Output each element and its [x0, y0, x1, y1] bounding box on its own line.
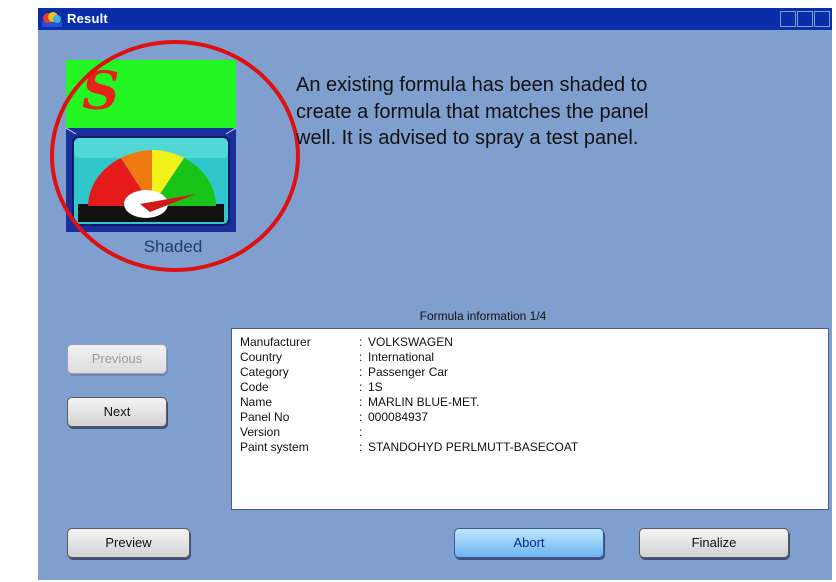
finalize-button[interactable]: Finalize: [639, 528, 789, 558]
info-value: VOLKSWAGEN: [368, 335, 453, 349]
info-key: Name: [240, 395, 273, 409]
app-logo-icon: [42, 12, 62, 27]
info-colon: :: [359, 380, 363, 394]
window-title: Result: [67, 11, 108, 26]
info-key: Category: [240, 365, 289, 379]
info-key: Version: [240, 425, 281, 439]
info-value: MARLIN BLUE-MET.: [368, 395, 480, 409]
next-button[interactable]: Next: [67, 397, 167, 427]
info-key: Country: [240, 350, 283, 364]
result-message: An existing formula has been shaded to c…: [296, 74, 649, 149]
info-key: Code: [240, 380, 269, 394]
maximize-button[interactable]: [797, 11, 813, 27]
info-value: International: [368, 350, 435, 364]
info-colon: :: [359, 335, 363, 349]
info-value: 1S: [368, 380, 383, 394]
info-colon: :: [359, 395, 363, 409]
info-key: Manufacturer: [240, 335, 311, 349]
result-window: Result S Shaded An existing formula has …: [38, 8, 832, 580]
previous-button[interactable]: Previous: [67, 344, 167, 374]
info-colon: :: [359, 410, 363, 424]
close-button[interactable]: [814, 11, 830, 27]
highlight-circle: [50, 40, 300, 272]
abort-button[interactable]: Abort: [454, 528, 604, 558]
formula-info-panel: Manufacturer : VOLKSWAGEN Country : Inte…: [231, 328, 829, 510]
info-key: Panel No: [240, 410, 290, 424]
preview-button[interactable]: Preview: [67, 528, 190, 558]
minimize-button[interactable]: [780, 11, 796, 27]
formula-info-title: Formula information 1/4: [419, 309, 547, 323]
info-value: STANDOHYD PERLMUTT-BASECOAT: [368, 440, 579, 454]
info-colon: :: [359, 350, 363, 364]
title-bar[interactable]: Result: [38, 8, 832, 30]
info-key: Paint system: [240, 440, 309, 454]
info-value: 000084937: [368, 410, 429, 424]
info-value: Passenger Car: [368, 365, 449, 379]
info-colon: :: [359, 365, 363, 379]
info-colon: :: [359, 425, 363, 439]
info-colon: :: [359, 440, 363, 454]
